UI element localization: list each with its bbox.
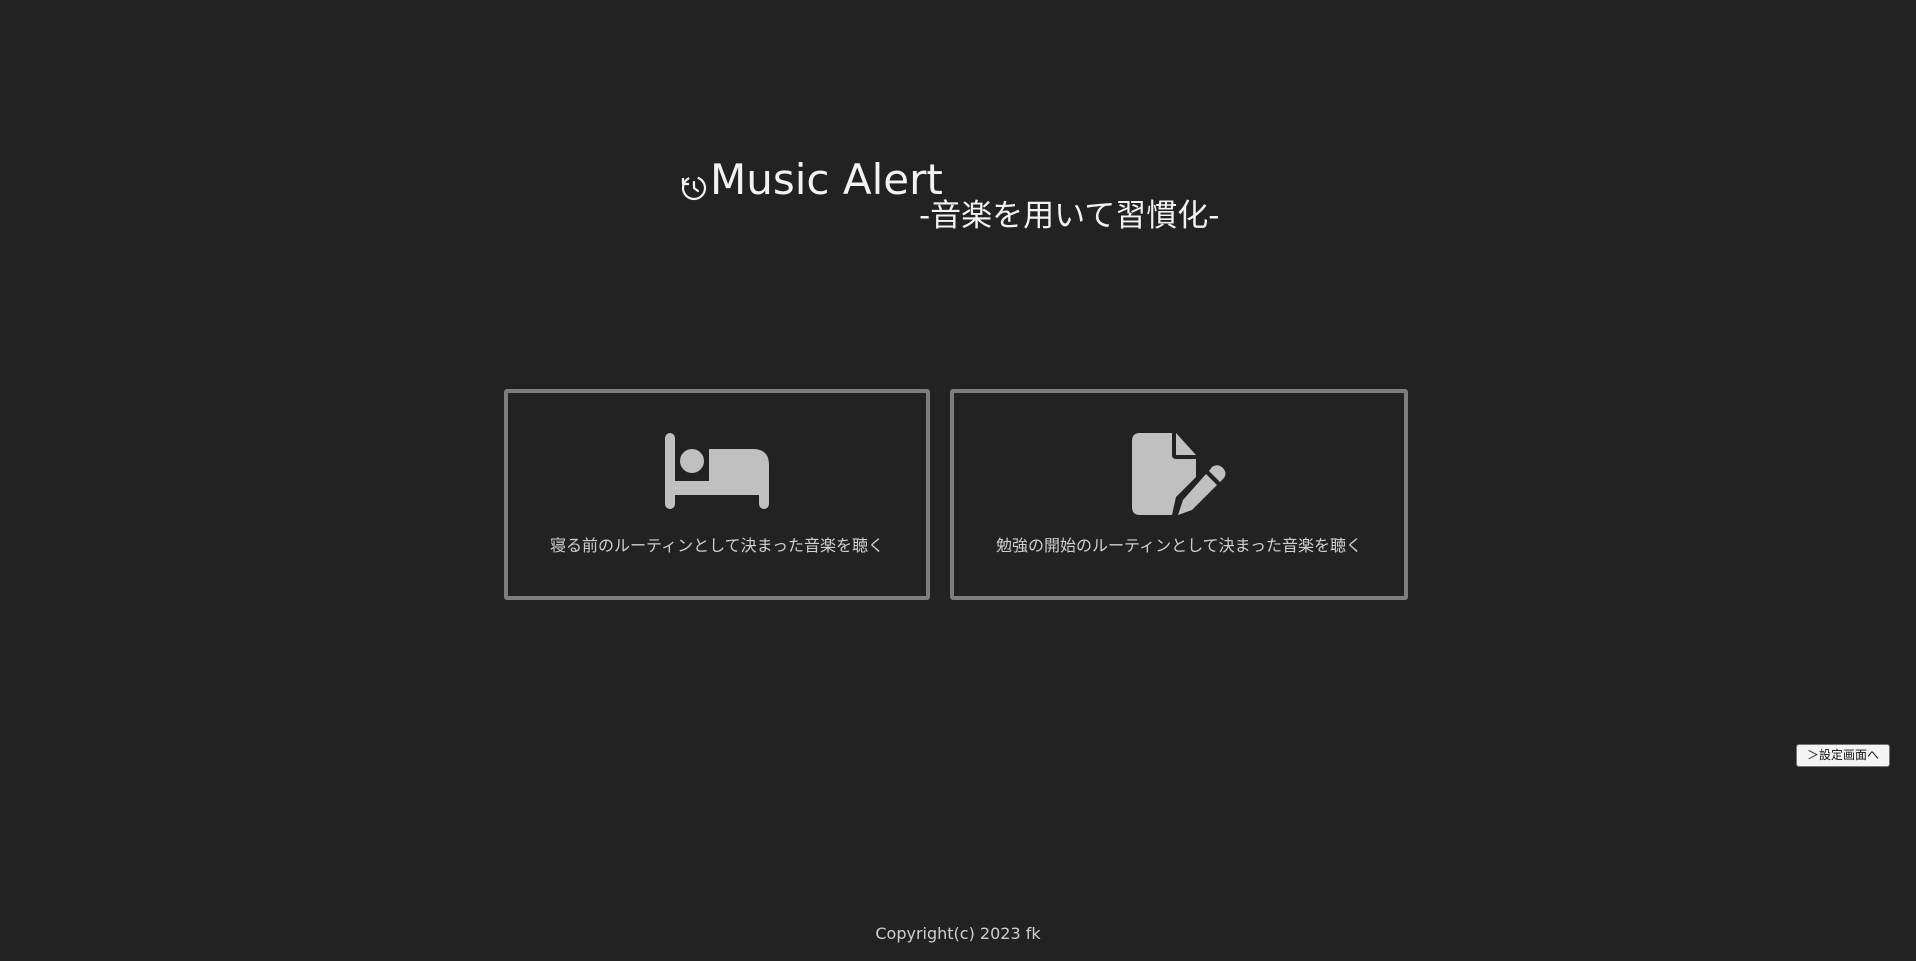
sleep-routine-label: 寝る前のルーティンとして決まった音楽を聴く [550,536,884,555]
study-routine-label: 勉強の開始のルーティンとして決まった音楽を聴く [996,536,1362,555]
sleep-routine-card[interactable]: 寝る前のルーティンとして決まった音楽を聴く [504,389,930,600]
copyright-footer: Copyright(c) 2023 fk [875,924,1041,943]
study-routine-card[interactable]: 勉強の開始のルーティンとして決まった音楽を聴く [950,389,1408,600]
settings-button[interactable]: ＞設定画面へ [1796,744,1890,767]
app-subtitle: -音楽を用いて習慣化- [919,198,1220,234]
page: Music Alert -音楽を用いて習慣化- 寝る前のルーティンとして決まった… [0,0,1916,961]
app-header: Music Alert -音楽を用いて習慣化- [678,150,1278,250]
file-pen-icon [1132,433,1226,515]
clock-rotate-icon [681,175,707,201]
bed-icon [665,433,769,509]
app-title: Music Alert [710,155,943,204]
